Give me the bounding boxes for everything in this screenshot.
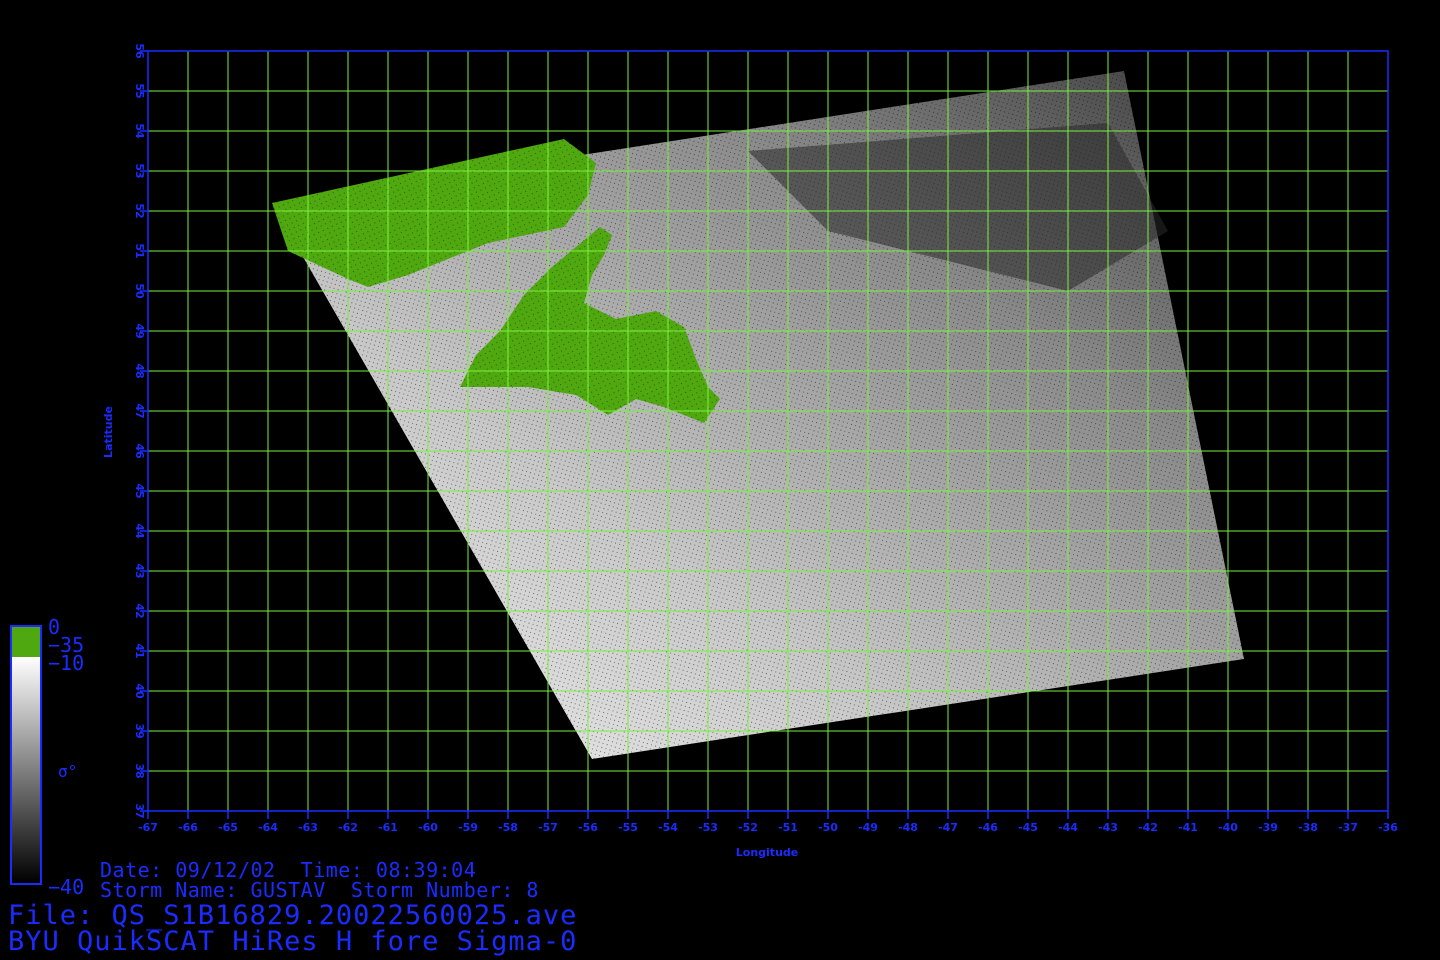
x-tick-label: -50 xyxy=(818,821,838,834)
x-tick-label: -65 xyxy=(218,821,238,834)
x-tick-label: -40 xyxy=(1218,821,1238,834)
map-figure: -67 -66 -65 -64 -63 -62 -61 -60 -59 -58 -57 -56 -55 -… xyxy=(102,43,1398,859)
date-time-line: Date: 09/12/02 Time: 08:39:04 xyxy=(100,858,477,882)
x-axis-title: Longitude xyxy=(736,846,798,859)
x-tick-label: -53 xyxy=(698,821,718,834)
y-tick-label: 49 xyxy=(133,323,146,338)
y-tick-label: 47 xyxy=(133,403,146,418)
x-tick-label: -36 xyxy=(1378,821,1398,834)
y-tick-label: 42 xyxy=(133,603,146,618)
y-tick-label: 55 xyxy=(133,83,146,98)
y-tick-label: 54 xyxy=(133,123,146,139)
y-tick-label: 39 xyxy=(133,723,146,738)
y-tick-label: 45 xyxy=(133,483,146,498)
y-tick-label: 46 xyxy=(133,443,146,459)
y-tick-label: 48 xyxy=(133,363,146,378)
x-tick-label: -63 xyxy=(298,821,318,834)
x-tick-label: -57 xyxy=(538,821,558,834)
y-axis-title: Latitude xyxy=(102,406,115,458)
x-tick-label: -43 xyxy=(1098,821,1118,834)
storm-line: Storm Name: GUSTAV Storm Number: 8 xyxy=(100,878,539,902)
y-tick-label: 50 xyxy=(133,283,146,299)
x-tick-label: -42 xyxy=(1138,821,1158,834)
y-tick-label: 37 xyxy=(133,803,146,818)
y-tick-label: 43 xyxy=(133,563,146,578)
x-tick-label: -67 xyxy=(138,821,158,834)
x-tick-label: -45 xyxy=(1018,821,1038,834)
x-tick-label: -59 xyxy=(458,821,478,834)
x-tick-label: -60 xyxy=(418,821,438,834)
product-title-line: BYU QuikSCAT HiRes H fore Sigma-0 xyxy=(8,926,578,957)
x-tick-label: -64 xyxy=(258,821,278,834)
x-tick-label: -54 xyxy=(658,821,678,834)
y-tick-label: 38 xyxy=(133,763,146,778)
x-tick-label: -61 xyxy=(378,821,398,834)
x-tick-label: -52 xyxy=(738,821,758,834)
colorbar-bottom-label: −40 xyxy=(48,875,85,899)
x-tick-label: -37 xyxy=(1338,821,1358,834)
colorbar xyxy=(10,625,42,885)
x-tick-label: -66 xyxy=(178,821,198,834)
y-tick-label: 44 xyxy=(133,523,146,539)
y-tick-label: 53 xyxy=(133,163,146,178)
x-tick-label: -41 xyxy=(1178,821,1198,834)
colorbar-top-label: −10 xyxy=(48,651,85,675)
x-tick-label: -56 xyxy=(578,821,598,834)
x-tick-label: -47 xyxy=(938,821,958,834)
colorbar-land-swatch xyxy=(12,627,40,657)
x-tick-label: -39 xyxy=(1258,821,1278,834)
colorbar-gradient xyxy=(12,657,40,883)
x-tick-label: -48 xyxy=(898,821,918,834)
x-tick-label: -38 xyxy=(1298,821,1318,834)
y-tick-label: 56 xyxy=(133,43,146,59)
y-tick-label: 40 xyxy=(133,683,146,699)
y-tick-label: 52 xyxy=(133,203,146,218)
x-tick-label: -49 xyxy=(858,821,878,834)
x-tick-label: -58 xyxy=(498,821,518,834)
y-tick-label: 41 xyxy=(133,643,146,658)
x-tick-label: -44 xyxy=(1058,821,1078,834)
y-tick-label: 51 xyxy=(133,243,146,258)
x-tick-label: -51 xyxy=(778,821,798,834)
x-tick-label: -55 xyxy=(618,821,638,834)
x-tick-label: -46 xyxy=(978,821,998,834)
x-tick-label: -62 xyxy=(338,821,358,834)
colorbar-symbol: σ° xyxy=(58,762,78,781)
